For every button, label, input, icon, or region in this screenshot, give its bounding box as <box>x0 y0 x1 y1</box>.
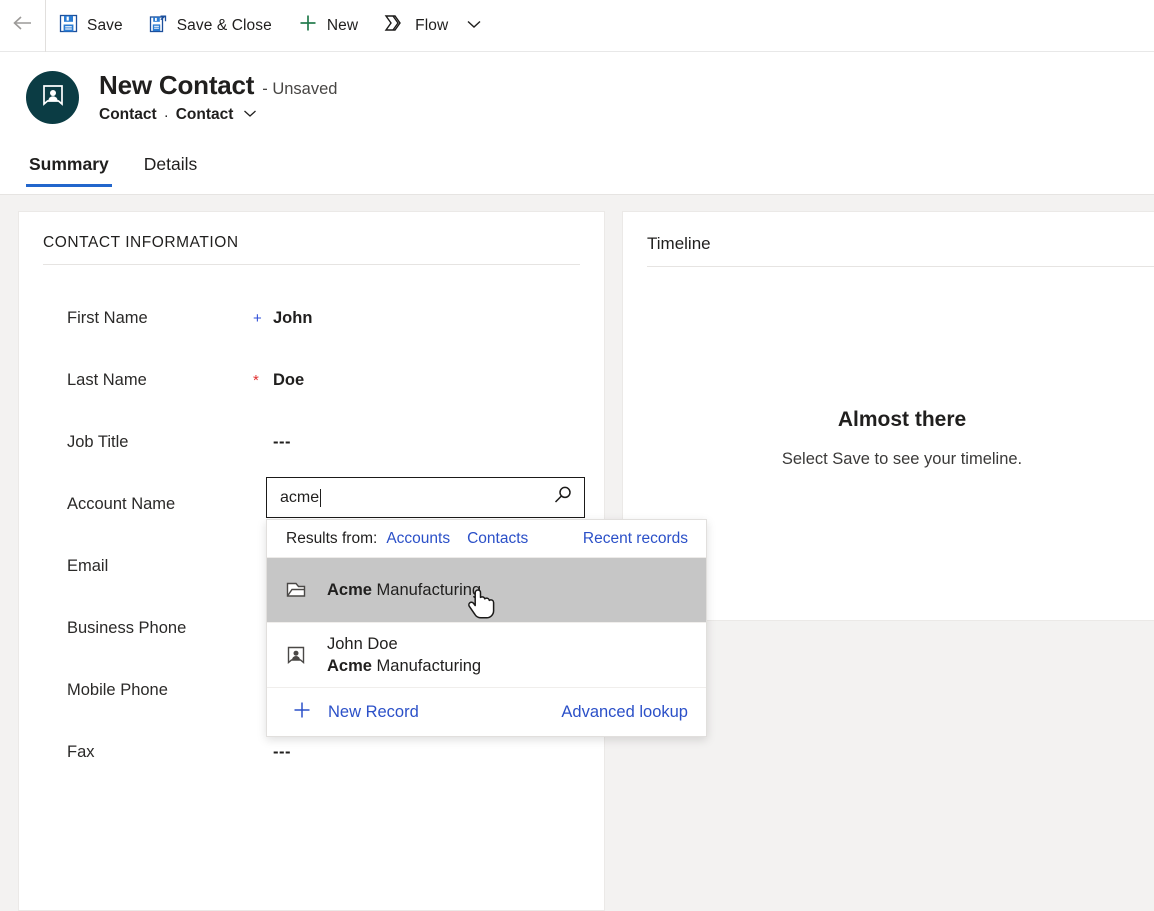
form-body: CONTACT INFORMATION First Name + John La… <box>0 195 1154 911</box>
recent-records-link[interactable]: Recent records <box>583 530 688 548</box>
field-label-job-title: Job Title <box>67 432 129 451</box>
field-label-account-name: Account Name <box>67 494 176 513</box>
divider <box>647 266 1154 267</box>
new-record-label: New Record <box>328 702 419 721</box>
save-and-close-icon <box>149 14 168 38</box>
save-and-close-label: Save & Close <box>176 16 272 34</box>
match-highlight: Acme <box>327 656 372 675</box>
account-icon <box>285 579 327 601</box>
flow-button[interactable]: Flow <box>371 0 461 52</box>
tab-summary-label: Summary <box>29 154 109 174</box>
chevron-down-icon <box>465 17 483 35</box>
breadcrumb-entity: Contact <box>99 106 157 123</box>
lookup-result-text-contact: John Doe Acme Manufacturing <box>327 635 481 676</box>
lookup-result-primary: Acme Manufacturing <box>327 581 481 600</box>
field-value-fax[interactable]: --- <box>273 743 291 762</box>
lookup-dropdown-footer: New Record Advanced lookup <box>267 688 706 736</box>
new-record-button[interactable]: New Record <box>292 700 419 725</box>
field-label-first-name: First Name <box>67 308 148 327</box>
breadcrumb-form-name: Contact <box>175 106 234 123</box>
plus-icon <box>298 13 318 38</box>
avatar <box>26 70 79 124</box>
field-row-job-title: Job Title --- <box>19 411 604 473</box>
breadcrumb: Contact · Contact <box>99 106 337 124</box>
page-title: New Contact <box>99 70 255 100</box>
account-name-lookup-value: acme <box>280 488 320 506</box>
record-state: - Unsaved <box>262 80 338 98</box>
field-value-job-title[interactable]: --- <box>273 433 291 452</box>
magnifier-icon <box>552 484 574 511</box>
lookup-result-secondary: Acme Manufacturing <box>327 657 481 676</box>
record-header: New Contact - Unsaved Contact · Contact <box>0 52 1154 142</box>
back-button[interactable] <box>0 0 46 52</box>
lookup-result-item-contact[interactable]: John Doe Acme Manufacturing <box>267 623 706 688</box>
results-from-label: Results from: <box>286 529 378 547</box>
flow-button-label: Flow <box>415 16 449 34</box>
field-label-mobile-phone: Mobile Phone <box>67 680 168 699</box>
lookup-result-item-account[interactable]: Acme Manufacturing <box>267 558 706 623</box>
required-marker-first-name: + <box>253 309 262 327</box>
tab-details-label: Details <box>143 154 198 174</box>
breadcrumb-separator: · <box>163 106 169 124</box>
timeline-empty-state: Almost there Select Save to see your tim… <box>623 408 1154 469</box>
field-label-email: Email <box>67 556 109 575</box>
required-marker-last-name: * <box>253 371 259 389</box>
command-bar: Save Save & Close New Flow <box>0 0 1154 52</box>
form-tabs: Summary Details <box>0 142 1154 195</box>
back-arrow-icon <box>12 14 34 37</box>
account-name-lookup-text: acme <box>267 488 542 507</box>
save-floppy-icon <box>59 14 78 38</box>
new-button[interactable]: New <box>285 0 371 52</box>
plus-icon <box>292 700 312 725</box>
account-name-lookup-input[interactable]: acme <box>266 477 585 518</box>
lookup-result-primary: John Doe <box>327 634 398 653</box>
field-label-last-name: Last Name <box>67 370 147 389</box>
new-button-label: New <box>326 16 359 34</box>
source-link-contacts[interactable]: Contacts <box>467 530 528 548</box>
timeline-empty-title: Almost there <box>837 408 967 431</box>
field-label-business-phone: Business Phone <box>67 618 187 637</box>
text-caret <box>320 488 322 507</box>
lookup-search-button[interactable] <box>542 484 584 511</box>
save-and-close-button[interactable]: Save & Close <box>136 0 285 52</box>
tab-summary[interactable]: Summary <box>26 154 112 187</box>
field-row-last-name: Last Name * Doe <box>19 349 604 411</box>
field-label-fax: Fax <box>67 742 95 761</box>
field-value-first-name[interactable]: John <box>273 309 312 328</box>
chevron-down-icon <box>242 106 258 124</box>
flow-icon <box>384 13 406 38</box>
lookup-results-source-row: Results from: Accounts Contacts Recent r… <box>267 520 706 558</box>
match-highlight: Acme <box>327 580 372 599</box>
contact-icon <box>285 644 327 666</box>
advanced-lookup-link[interactable]: Advanced lookup <box>561 703 688 722</box>
field-value-last-name[interactable]: Doe <box>273 371 304 390</box>
save-button-label: Save <box>87 16 123 34</box>
result-rest: Manufacturing <box>371 656 482 675</box>
contact-information-title: CONTACT INFORMATION <box>43 234 239 251</box>
field-row-first-name: First Name + John <box>19 287 604 349</box>
result-rest: Manufacturing <box>371 580 482 599</box>
timeline-title: Timeline <box>647 234 711 253</box>
timeline-empty-subtitle: Select Save to see your timeline. <box>781 450 1023 468</box>
tab-details[interactable]: Details <box>141 154 201 187</box>
save-button[interactable]: Save <box>46 0 136 52</box>
source-link-accounts[interactable]: Accounts <box>386 530 450 548</box>
lookup-result-text-account: Acme Manufacturing <box>327 581 481 600</box>
command-bar-overflow-button[interactable] <box>461 0 493 52</box>
lookup-results-dropdown: Results from: Accounts Contacts Recent r… <box>266 519 707 737</box>
contact-card-icon <box>40 82 66 113</box>
form-selector-button[interactable] <box>240 106 258 124</box>
